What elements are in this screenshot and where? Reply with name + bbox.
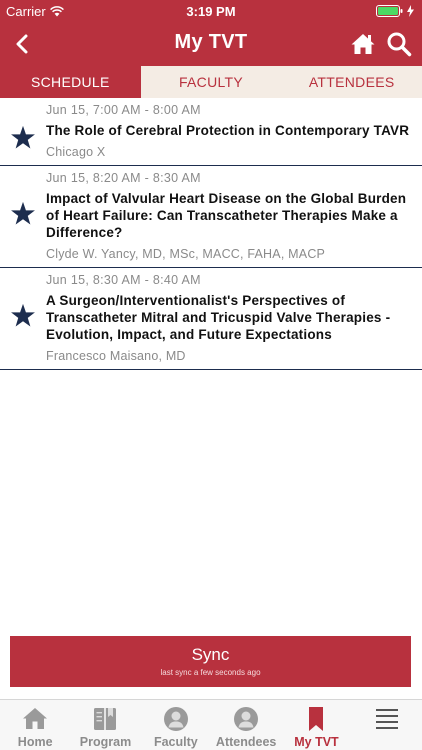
sync-button[interactable]: Sync last sync a few seconds ago [10, 636, 411, 687]
tabbar-item-program[interactable]: Program [70, 700, 140, 750]
bottom-tab-bar: Home Program Faculty Attendees My TVT [0, 699, 422, 750]
tabbar-label: Attendees [215, 735, 277, 749]
session-time: Jun 15, 8:20 AM - 8:30 AM [46, 171, 201, 185]
search-icon[interactable] [386, 31, 412, 57]
tabbar-item-attendees[interactable]: Attendees [211, 700, 281, 750]
tabbar-item-my-tvt[interactable]: My TVT [281, 700, 351, 750]
star-icon[interactable] [10, 303, 36, 329]
session-time: Jun 15, 8:30 AM - 8:40 AM [46, 273, 201, 287]
nav-bar: My TVT [0, 22, 422, 66]
charging-icon [407, 5, 414, 17]
tab-schedule[interactable]: SCHEDULE [0, 66, 141, 98]
person-icon [234, 707, 259, 731]
tab-attendees[interactable]: ATTENDEES [281, 66, 422, 98]
menu-icon [375, 709, 398, 729]
tabbar-label: Program [79, 735, 132, 749]
session-title: The Role of Cerebral Protection in Conte… [46, 123, 410, 138]
person-icon [163, 707, 188, 731]
session-time: Jun 15, 7:00 AM - 8:00 AM [46, 103, 201, 117]
status-bar: Carrier 3:19 PM [0, 0, 422, 22]
tabbar-item-home[interactable]: Home [0, 700, 70, 750]
tab-faculty[interactable]: FACULTY [141, 66, 282, 98]
home-icon [23, 708, 48, 729]
session-list: Jun 15, 7:00 AM - 8:00 AM The Role of Ce… [0, 98, 422, 370]
session-speaker: Clyde W. Yancy, MD, MSc, MACC, FAHA, MAC… [46, 247, 326, 261]
home-icon[interactable] [350, 31, 376, 57]
tabbar-item-menu[interactable] [352, 700, 422, 750]
session-speaker: Francesco Maisano, MD [46, 349, 186, 363]
star-icon[interactable] [10, 125, 36, 151]
session-speaker: Chicago X [46, 145, 106, 159]
session-item[interactable]: Jun 15, 7:00 AM - 8:00 AM The Role of Ce… [0, 98, 422, 166]
star-icon[interactable] [10, 201, 36, 227]
battery-icon [376, 5, 403, 17]
tabbar-label: Faculty [153, 735, 198, 749]
session-item[interactable]: Jun 15, 8:20 AM - 8:30 AM Impact of Valv… [0, 166, 422, 268]
tabbar-label: Home [17, 735, 53, 749]
status-time: 3:19 PM [186, 4, 236, 19]
book-icon [94, 708, 117, 730]
bookmark-icon [309, 707, 324, 731]
session-title: A Surgeon/Interventionalist's Perspectiv… [46, 293, 391, 342]
session-item[interactable]: Jun 15, 8:30 AM - 8:40 AM A Surgeon/Inte… [0, 268, 422, 370]
sync-label: Sync [191, 645, 230, 664]
tabbar-label: My TVT [294, 735, 339, 749]
tabbar-item-faculty[interactable]: Faculty [141, 700, 211, 750]
segment-tabs: SCHEDULE FACULTY ATTENDEES [0, 66, 422, 98]
session-title: Impact of Valvular Heart Disease on the … [46, 191, 407, 240]
sync-status-text: last sync a few seconds ago [160, 668, 261, 677]
status-right [376, 5, 414, 17]
